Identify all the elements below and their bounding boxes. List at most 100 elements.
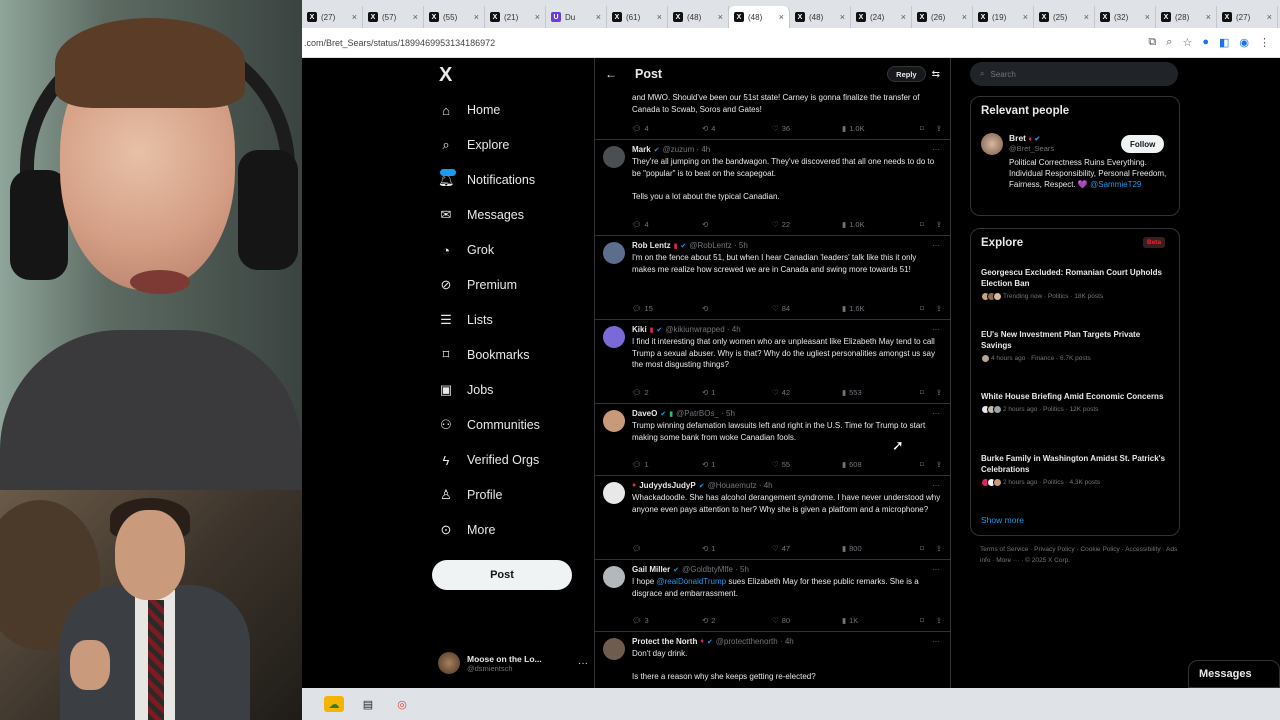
avatar[interactable]: [981, 133, 1003, 155]
browser-tab[interactable]: X (24) ×: [851, 6, 912, 28]
browser-tab[interactable]: X (25) ×: [1034, 6, 1095, 28]
reply-action[interactable]: 💬︎ 4: [632, 220, 702, 229]
reply-button[interactable]: Reply: [887, 66, 926, 82]
browser-tab[interactable]: X (61) ×: [607, 6, 668, 28]
like-action[interactable]: ♡ 36: [772, 124, 842, 133]
nav-item-more[interactable]: ⊙ More: [438, 518, 496, 542]
sync-icon[interactable]: ◉: [1239, 36, 1249, 49]
trend-item[interactable]: Burke Family in Washington Amidst St. Pa…: [981, 453, 1171, 487]
like-action[interactable]: ♡ 47: [772, 544, 842, 553]
nav-item-home[interactable]: ⌂ Home: [438, 98, 500, 122]
install-app-icon[interactable]: ⧉: [1148, 36, 1156, 49]
browser-tab[interactable]: X (57) ×: [363, 6, 424, 28]
browser-tab[interactable]: U Du ×: [546, 6, 607, 28]
reply-tweet[interactable]: Gail Miller ✔ @GoldbtyMlfe · 5h ··· I hope …: [595, 560, 950, 632]
avatar[interactable]: [603, 410, 625, 432]
nav-item-lists[interactable]: ☰ Lists: [438, 308, 493, 332]
bookmark-icon[interactable]: ⌑: [920, 616, 924, 625]
close-tab-icon[interactable]: ×: [535, 12, 540, 22]
views-action[interactable]: ▮ 800: [842, 544, 912, 553]
close-tab-icon[interactable]: ×: [1084, 12, 1089, 22]
repost-action[interactable]: ⟲ 1: [702, 544, 772, 553]
more-dots-icon[interactable]: ···: [932, 241, 940, 250]
more-dots-icon[interactable]: ···: [932, 325, 940, 334]
nav-item-explore[interactable]: ⌕ Explore: [438, 133, 509, 157]
avatar[interactable]: [603, 242, 625, 264]
like-action[interactable]: ♡ 80: [772, 616, 842, 625]
reply-action[interactable]: 💬︎ 2: [632, 388, 702, 397]
settings-icon[interactable]: ⇆: [932, 69, 940, 80]
reply-tweet[interactable]: Mark ✔ @zuzum · 4h ··· They're all jumping …: [595, 140, 950, 236]
views-action[interactable]: ▮ 1.0K: [842, 220, 912, 229]
reply-tweet[interactable]: ● JudyydsJudyP ✔ @Houaemutz · 4h ··· Whackad…: [595, 476, 950, 560]
star-icon[interactable]: ☆: [1182, 36, 1192, 49]
views-action[interactable]: ▮ 608: [842, 460, 912, 469]
nav-item-bookmarks[interactable]: ⌑ Bookmarks: [438, 343, 530, 367]
like-action[interactable]: ♡ 42: [772, 388, 842, 397]
close-tab-icon[interactable]: ×: [1023, 12, 1028, 22]
repost-action[interactable]: ⟲ 2: [702, 616, 772, 625]
trend-item[interactable]: Georgescu Excluded: Romanian Court Uphol…: [981, 267, 1171, 301]
share-icon[interactable]: ⇪: [936, 220, 942, 229]
reply-tweet[interactable]: Protect the North ♦ ✔ @protectthenorth · 4h…: [595, 632, 950, 688]
file-explorer-icon[interactable]: ▤: [358, 696, 378, 712]
reply-action[interactable]: 💬︎ 3: [632, 616, 702, 625]
close-tab-icon[interactable]: ×: [779, 12, 784, 22]
close-tab-icon[interactable]: ×: [413, 12, 418, 22]
more-dots-icon[interactable]: ···: [932, 409, 940, 418]
browser-tab[interactable]: X (26) ×: [912, 6, 973, 28]
nav-item-verified-orgs[interactable]: ϟ Verified Orgs: [438, 448, 540, 472]
like-action[interactable]: ♡ 22: [772, 220, 842, 229]
share-icon[interactable]: ⇪: [936, 544, 942, 553]
messages-drawer[interactable]: Messages: [1188, 660, 1280, 688]
avatar[interactable]: [603, 482, 625, 504]
views-action[interactable]: ▮ 553: [842, 388, 912, 397]
browser-tab[interactable]: X (48) ×: [790, 6, 851, 28]
follow-button[interactable]: Follow: [1121, 135, 1165, 153]
close-tab-icon[interactable]: ×: [1267, 12, 1272, 22]
bookmark-icon[interactable]: ⌑: [920, 544, 924, 553]
browser-tab[interactable]: X (32) ×: [1095, 6, 1156, 28]
views-action[interactable]: ▮ 1.6K: [842, 304, 912, 313]
reply-action[interactable]: 💬︎ 1: [632, 460, 702, 469]
more-dots-icon[interactable]: ···: [932, 565, 940, 574]
weather-icon[interactable]: ☁: [324, 696, 344, 712]
tweet-fragment[interactable]: and MWO. Should've been our 51st state! …: [595, 90, 950, 140]
share-icon[interactable]: ⇪: [936, 616, 942, 625]
reply-tweet[interactable]: Rob Lentz ▮ ✔ @RobLentz · 5h ··· I'm on the …: [595, 236, 950, 320]
avatar[interactable]: [603, 326, 625, 348]
bookmark-icon[interactable]: ⌑: [920, 220, 924, 229]
close-tab-icon[interactable]: ×: [474, 12, 479, 22]
back-arrow-icon[interactable]: ←: [605, 67, 617, 81]
share-icon[interactable]: ⇪: [936, 124, 942, 133]
close-tab-icon[interactable]: ×: [596, 12, 601, 22]
browser-menu-icon[interactable]: ⋮: [1259, 36, 1270, 49]
browser-tab[interactable]: X (28) ×: [1156, 6, 1217, 28]
browser-tab[interactable]: X (55) ×: [424, 6, 485, 28]
repost-action[interactable]: ⟲ 1: [702, 460, 772, 469]
mention-link[interactable]: @realDonaldTrump: [656, 577, 726, 586]
share-icon[interactable]: ⇪: [936, 388, 942, 397]
bookmark-icon[interactable]: ⌑: [920, 460, 924, 469]
browser-tab-active[interactable]: X (48) ×: [729, 6, 790, 28]
reply-tweet[interactable]: Kiki ▮ ✔ @kikiunwrapped · 4h ··· I find it i…: [595, 320, 950, 404]
close-tab-icon[interactable]: ×: [657, 12, 662, 22]
mention-link[interactable]: @SammieT29: [1090, 180, 1141, 189]
address-bar[interactable]: .com/Bret_Sears/status/18994699531341869…: [302, 28, 1280, 58]
close-tab-icon[interactable]: ×: [352, 12, 357, 22]
nav-item-notifications[interactable]: 🔔︎ Notifications: [438, 168, 535, 192]
nav-item-jobs[interactable]: ▣ Jobs: [438, 378, 494, 402]
close-tab-icon[interactable]: ×: [962, 12, 967, 22]
browser-tab[interactable]: X (27) ×: [1217, 6, 1278, 28]
more-dots-icon[interactable]: ···: [932, 637, 940, 646]
nav-item-premium[interactable]: ⊘ Premium: [438, 273, 517, 297]
close-tab-icon[interactable]: ×: [1145, 12, 1150, 22]
reply-action[interactable]: 💬︎ 4: [632, 124, 702, 133]
chrome-icon[interactable]: ◎: [392, 696, 412, 712]
share-icon[interactable]: ⇪: [936, 304, 942, 313]
repost-action[interactable]: ⟲ 4: [702, 124, 772, 133]
share-icon[interactable]: ⇪: [936, 460, 942, 469]
post-button[interactable]: Post: [432, 560, 572, 590]
browser-tab[interactable]: X (19) ×: [973, 6, 1034, 28]
reply-action[interactable]: 💬︎: [632, 544, 702, 553]
